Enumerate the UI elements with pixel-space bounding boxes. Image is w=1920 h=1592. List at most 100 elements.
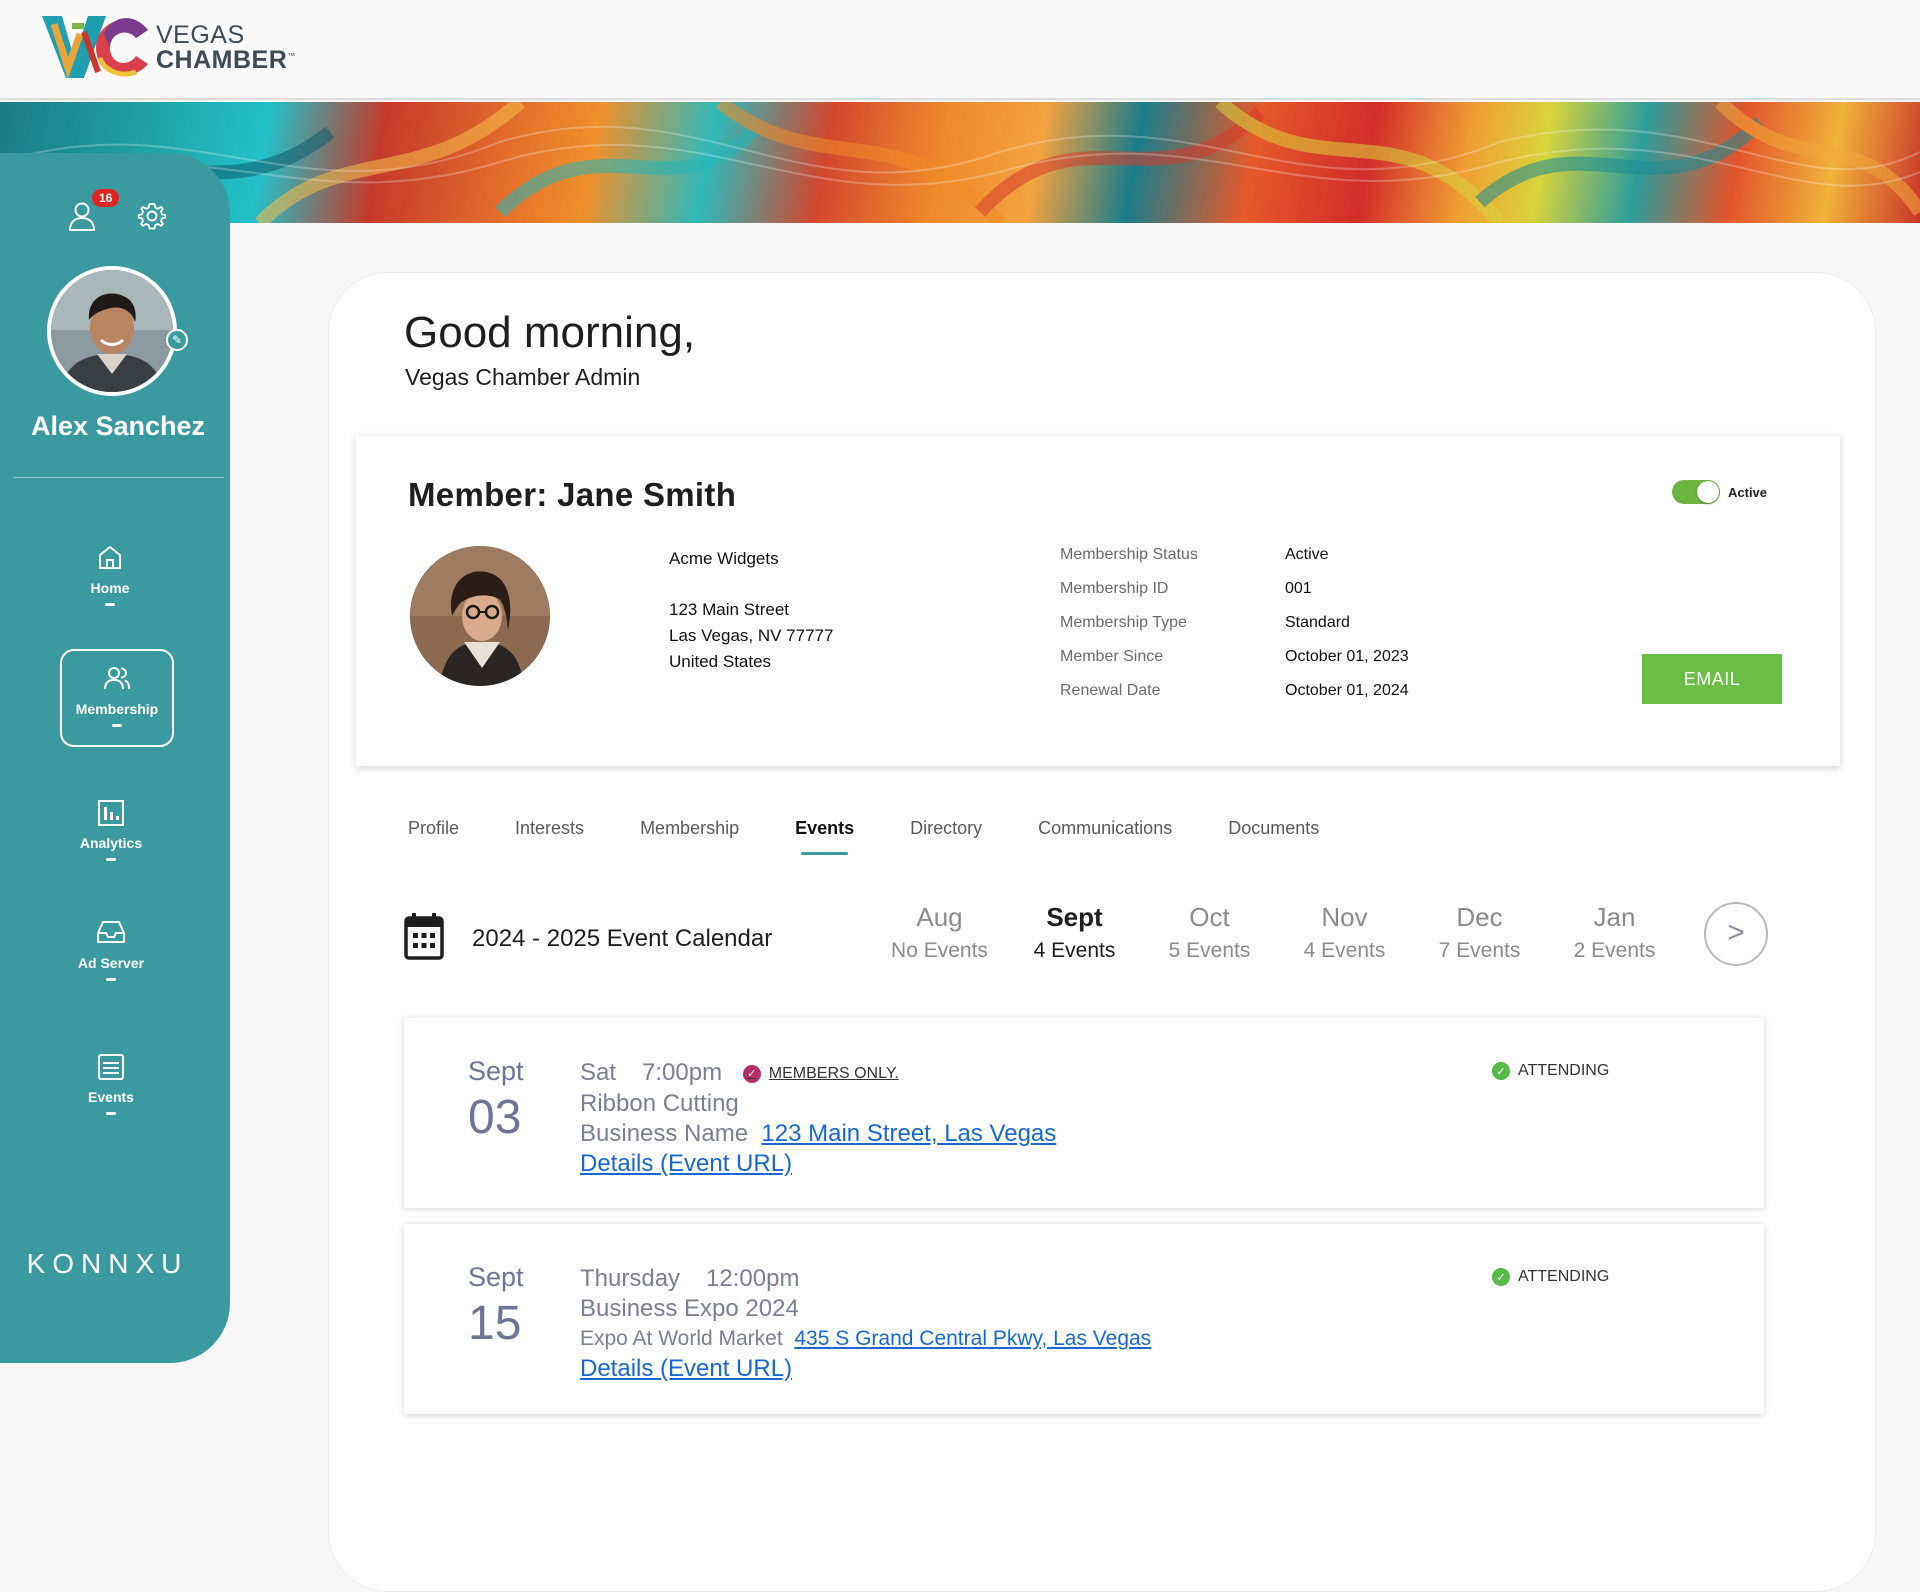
member-tabs: Profile Interests Membership Events Dire… (408, 818, 1375, 855)
event-weekday: Thursday (580, 1265, 681, 1292)
detail-row: Member Since October 01, 2023 (1060, 648, 1409, 682)
detail-key: Membership Type (1060, 614, 1187, 631)
sidebar-item-label: Membership (75, 701, 159, 717)
konnxu-logo: KONNXU (26, 1248, 189, 1279)
logo-line-1: VEGAS (156, 21, 245, 49)
event-day: 15 (468, 1297, 522, 1350)
event-month: Sept (468, 1262, 524, 1292)
toggle-track[interactable] (1672, 480, 1720, 504)
event-info: Sat 7:00pm ✓ MEMBERS ONLY. Ribbon Cutting … (580, 1058, 1056, 1179)
sidebar-item-membership[interactable]: Membership (60, 649, 174, 747)
sidebar-user-name: Alex Sanchez (30, 411, 206, 441)
month-dec[interactable]: Dec 7 Events (1412, 902, 1547, 963)
member-company: Acme Widgets (669, 549, 779, 568)
month-selector: Aug No Events Sept 4 Events Oct 5 Events No… (872, 902, 1682, 963)
tab-profile[interactable]: Profile (408, 818, 459, 839)
sidebar-item-label: Analytics (79, 835, 143, 851)
tab-communications[interactable]: Communications (1038, 818, 1172, 839)
month-name: Nov (1321, 902, 1368, 932)
attending-label: ATTENDING (1518, 1062, 1610, 1079)
event-name: Ribbon Cutting (580, 1090, 739, 1117)
event-day: 03 (468, 1091, 522, 1144)
event-card: Sept 15 Thursday 12:00pm Business Expo 20… (404, 1224, 1764, 1414)
notifications-button[interactable]: 16 (68, 189, 120, 236)
nav-indicator (106, 858, 116, 861)
attending-label: ATTENDING (1518, 1268, 1610, 1285)
nav-indicator (106, 1112, 116, 1115)
month-event-count: 7 Events (1438, 939, 1521, 962)
check-circle-icon: ✓ (1492, 1268, 1510, 1286)
detail-key: Membership ID (1060, 580, 1169, 597)
month-name: Sept (1046, 902, 1103, 932)
settings-button[interactable] (137, 202, 167, 235)
tab-documents[interactable]: Documents (1228, 818, 1319, 839)
tab-interests[interactable]: Interests (515, 818, 584, 839)
logo-line-2-text: CHAMBER (156, 46, 288, 74)
toggle-knob (1697, 481, 1719, 503)
email-button[interactable]: EMAIL (1642, 654, 1782, 704)
month-oct[interactable]: Oct 5 Events (1142, 902, 1277, 963)
next-months-button[interactable]: > (1704, 902, 1768, 966)
event-details-link[interactable]: Details (Event URL) (580, 1150, 792, 1177)
nav-indicator (112, 724, 122, 727)
calendar-icon (404, 912, 444, 965)
member-active-toggle[interactable]: Active (1672, 480, 1767, 504)
month-sept[interactable]: Sept 4 Events (1007, 902, 1142, 963)
sidebar-item-ad-server[interactable]: Ad Server (54, 905, 168, 1003)
event-address-link[interactable]: 123 Main Street, Las Vegas (761, 1120, 1056, 1147)
edit-avatar-pencil-icon[interactable]: ✎ (166, 329, 188, 351)
tab-directory[interactable]: Directory (910, 818, 982, 839)
detail-value: October 01, 2023 (1285, 648, 1409, 665)
tab-membership[interactable]: Membership (640, 818, 739, 839)
detail-row: Membership ID 001 (1060, 580, 1409, 614)
members-only-badge[interactable]: ✓ MEMBERS ONLY. (742, 1059, 899, 1089)
month-jan[interactable]: Jan 2 Events (1547, 902, 1682, 963)
event-address-link[interactable]: 435 S Grand Central Pkwy, Las Vegas (794, 1327, 1151, 1350)
event-name: Business Expo 2024 (580, 1295, 799, 1322)
event-time: 7:00pm (642, 1059, 723, 1086)
event-venue: Expo At World Market (580, 1327, 783, 1350)
sidebar-divider (14, 477, 224, 478)
event-details-link[interactable]: Details (Event URL) (580, 1355, 792, 1382)
detail-row: Renewal Date October 01, 2024 (1060, 682, 1409, 716)
attending-status: ✓ ATTENDING (1492, 1268, 1609, 1286)
inbox-icon (97, 921, 125, 943)
notification-count-badge: 16 (92, 189, 120, 207)
detail-key: Renewal Date (1060, 682, 1161, 699)
home-icon (99, 546, 121, 569)
month-event-count: No Events (891, 939, 988, 962)
sidebar-item-analytics[interactable]: Analytics (54, 785, 168, 883)
month-nov[interactable]: Nov 4 Events (1277, 902, 1412, 963)
event-weekday: Sat (580, 1059, 617, 1086)
detail-value: Standard (1285, 614, 1350, 631)
logo-line-2: CHAMBER™ (156, 48, 296, 73)
detail-row: Membership Type Standard (1060, 614, 1409, 648)
vegas-chamber-logo[interactable]: VEGAS CHAMBER™ (40, 14, 296, 82)
sidebar-item-events[interactable]: Events (54, 1039, 168, 1137)
toggle-label: Active (1728, 484, 1768, 500)
month-name: Dec (1456, 902, 1503, 932)
analytics-icon (98, 800, 124, 826)
event-time: 12:00pm (706, 1265, 800, 1292)
detail-value: October 01, 2024 (1285, 682, 1409, 699)
sidebar-item-label: Events (88, 1089, 134, 1105)
member-address-line-1: 123 Main Street (669, 600, 790, 619)
check-circle-icon: ✓ (1492, 1062, 1510, 1080)
member-card: Member: Jane Smith Active Acme Widgets 1… (356, 436, 1840, 766)
vc-logo-mark-icon (40, 14, 152, 82)
tab-events[interactable]: Events (795, 818, 854, 855)
users-icon (104, 667, 130, 690)
month-name: Jan (1593, 902, 1636, 932)
membership-details: Membership Status Active Membership ID 001… (1060, 546, 1409, 716)
user-notifications-icon (68, 202, 96, 231)
member-address-line-2: Las Vegas, NV 77777 (669, 626, 834, 645)
detail-value: 001 (1285, 580, 1312, 597)
month-aug[interactable]: Aug No Events (872, 902, 1007, 963)
sidebar-item-home[interactable]: Home (53, 530, 167, 628)
gear-icon (137, 203, 167, 230)
event-card: Sept 03 Sat 7:00pm ✓ MEMBERS ONLY. Ribbon … (404, 1018, 1764, 1208)
month-name: Oct (1189, 902, 1230, 932)
events-icon (98, 1054, 124, 1080)
detail-row: Membership Status Active (1060, 546, 1409, 580)
user-avatar[interactable] (47, 266, 177, 396)
